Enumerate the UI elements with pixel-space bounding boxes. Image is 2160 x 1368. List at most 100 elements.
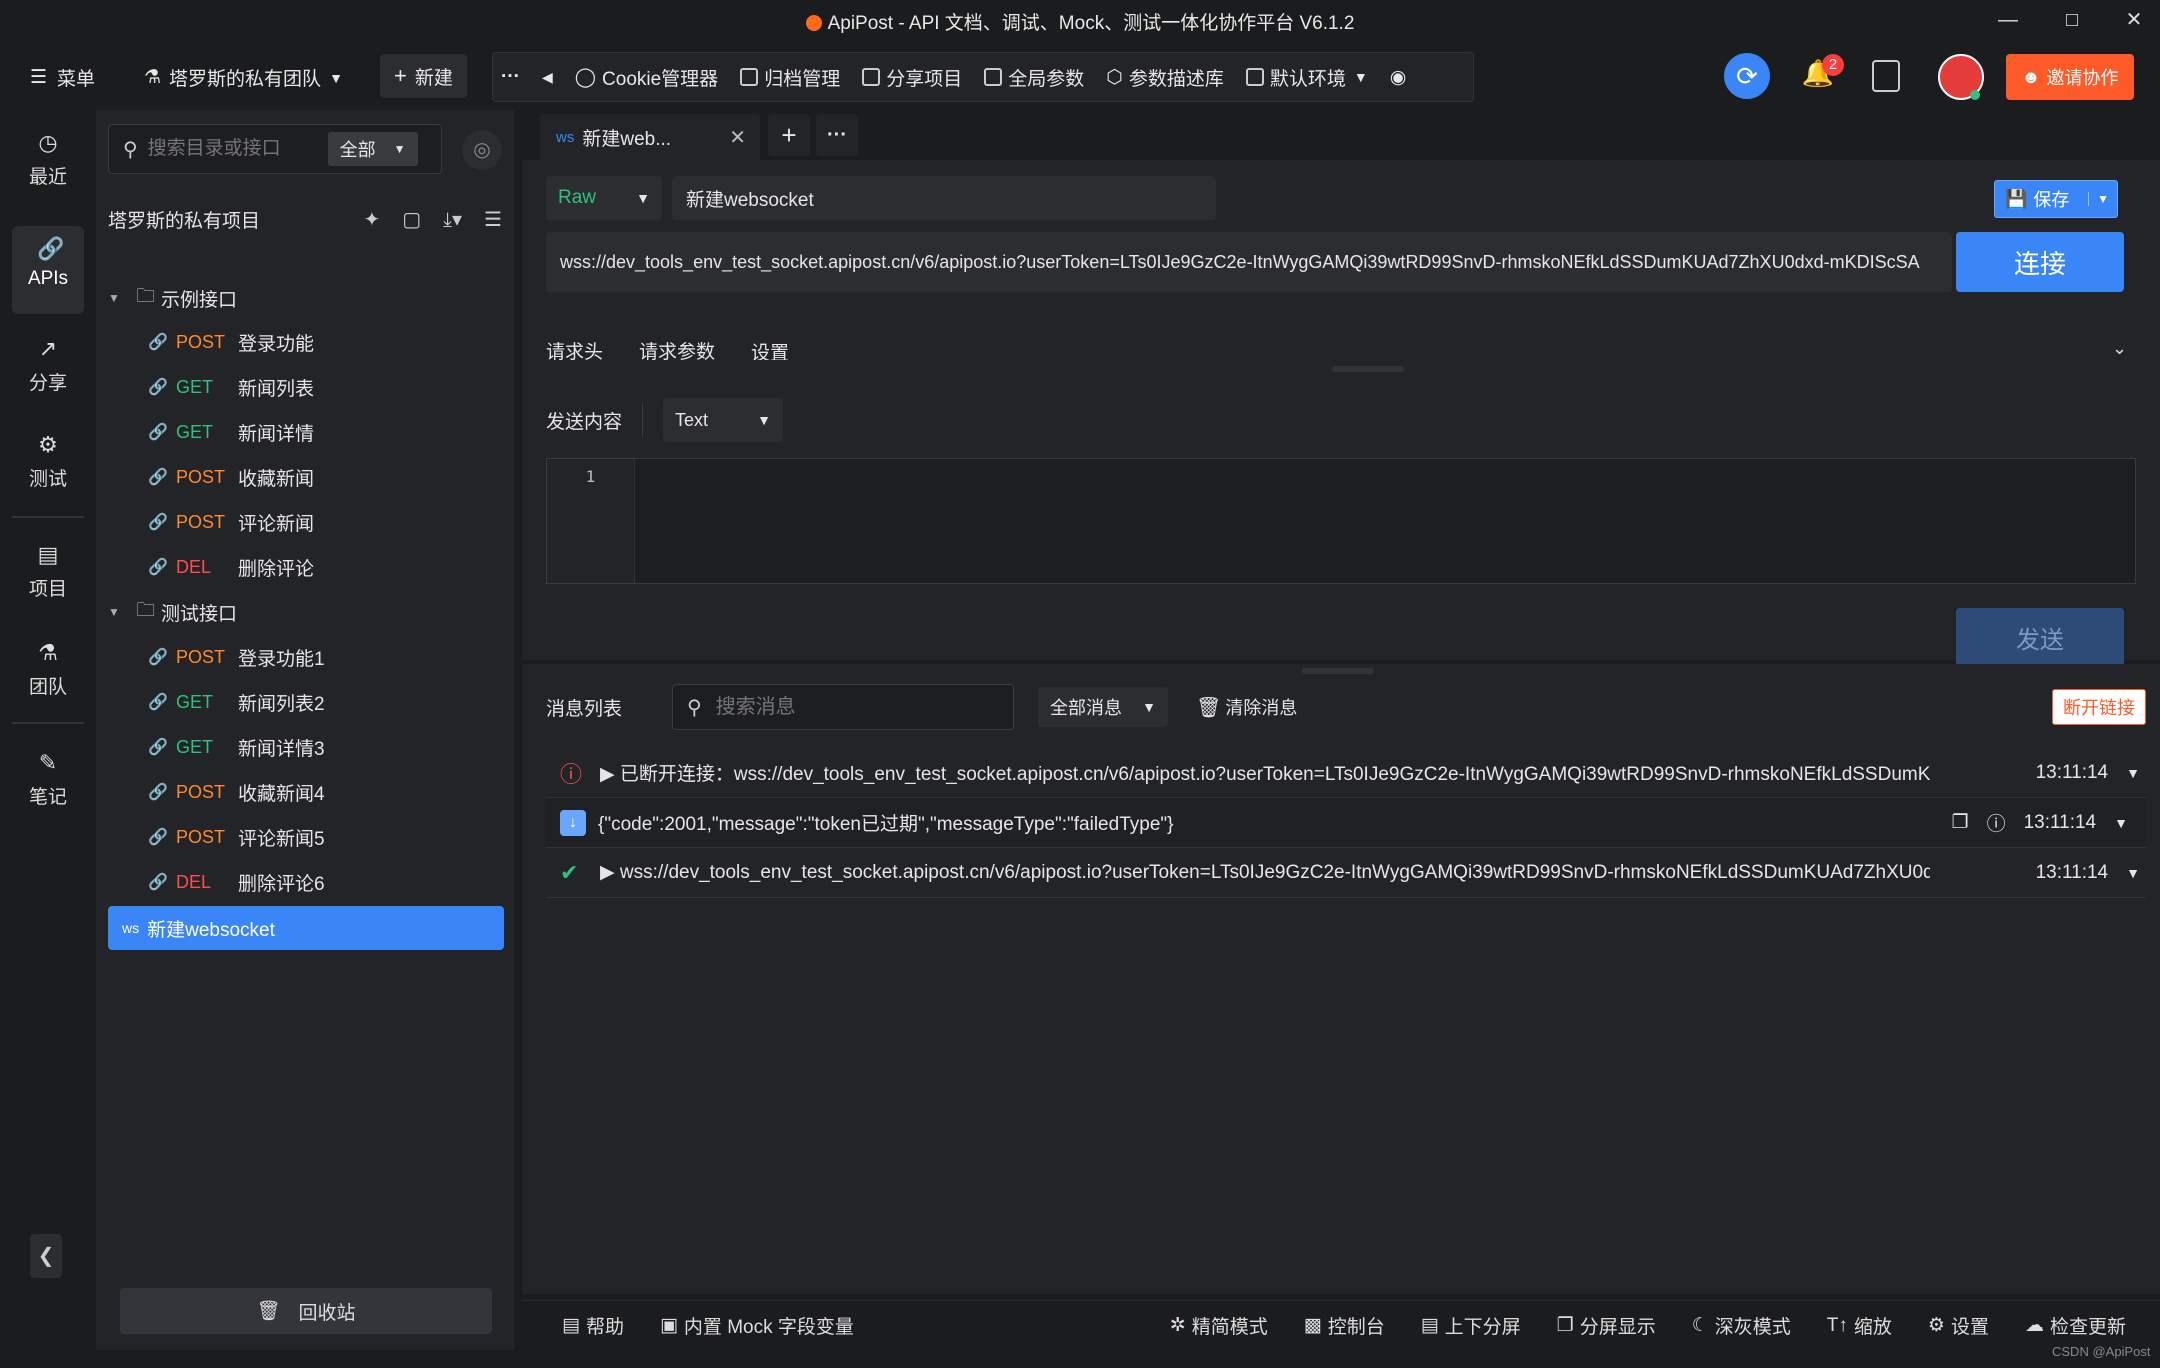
websocket-item-selected[interactable]: ws 新建websocket (108, 906, 504, 950)
param-library-button[interactable]: ⬡ 参数描述库 (1106, 64, 1224, 91)
rail-item-apis[interactable]: 🔗 APIs (12, 226, 84, 314)
api-row[interactable]: 🔗 GET 新闻详情 (108, 410, 502, 454)
split-display-button[interactable]: ❐ 分屏显示 (1557, 1312, 1656, 1339)
menu-button[interactable]: ☰ 菜单 (30, 64, 95, 91)
send-content-editor[interactable]: 1 (546, 458, 2136, 584)
clock-icon: ◷ (38, 130, 58, 155)
api-row[interactable]: 🔗 POST 登录功能1 (108, 635, 502, 679)
rail-item-project[interactable]: ▤ 项目 (12, 532, 84, 620)
collapse-panel-icon[interactable]: ⌄ (2112, 338, 2127, 359)
save-button[interactable]: 💾 保存 ▼ (1994, 180, 2118, 218)
message-filter-select[interactable]: 全部消息 ▼ (1038, 687, 1169, 727)
tree-search-input[interactable] (147, 138, 318, 160)
locate-button[interactable]: ◎ (462, 130, 502, 170)
mode-select[interactable]: Raw ▼ (546, 176, 662, 220)
api-row[interactable]: 🔗 POST 收藏新闻4 (108, 770, 502, 814)
connect-button[interactable]: 连接 (1956, 232, 2124, 292)
main-panel: ws 新建web... ✕ + ··· Raw ▼ 新建websocket 💾 … (522, 110, 2160, 1350)
check-update-button[interactable]: ☁ 检查更新 (2025, 1312, 2126, 1339)
api-row[interactable]: 🔗 DEL 删除评论6 (108, 860, 502, 904)
content-type-select[interactable]: Text ▼ (663, 398, 784, 442)
link-icon: 🔗 (148, 649, 168, 666)
mock-vars-button[interactable]: ▣ 内置 Mock 字段变量 (660, 1312, 854, 1339)
notes-icon[interactable] (1872, 60, 1900, 92)
collapse-sidebar-button[interactable]: ❮ (30, 1234, 62, 1278)
message-row[interactable]: ⓘ ▶ 已断开连接：wss://dev_tools_env_test_socke… (546, 748, 2146, 798)
resize-handle[interactable] (1302, 668, 1374, 674)
new-folder-icon[interactable]: ▢ (402, 207, 421, 232)
link-icon: 🔗 (148, 739, 168, 756)
archive-icon (740, 68, 759, 86)
api-row[interactable]: 🔗 GET 新闻详情3 (108, 725, 502, 769)
invite-button[interactable]: ☻ 邀请协作 (2006, 54, 2134, 100)
sync-button[interactable]: ⟳ (1724, 53, 1770, 99)
rail-item-notes[interactable]: ✎ 笔记 (12, 740, 84, 828)
team-selector[interactable]: ⚗ 塔罗斯的私有团队 ▼ (144, 64, 343, 91)
online-status-dot (1970, 90, 1980, 100)
chevron-down-icon[interactable]: ▼ (2114, 815, 2128, 831)
clear-messages-button[interactable]: 🗑 清除消息 (1196, 694, 1297, 720)
scope-select[interactable]: 全部 ▼ (327, 132, 418, 166)
rail-divider (12, 722, 84, 724)
api-row[interactable]: 🔗 GET 新闻列表2 (108, 680, 502, 724)
api-row[interactable]: 🔗 GET 新闻列表 (108, 365, 502, 409)
console-button[interactable]: ▩ 控制台 (1304, 1312, 1385, 1339)
message-search-input[interactable] (715, 695, 976, 719)
eye-icon[interactable]: ◉ (1390, 66, 1407, 89)
new-api-icon[interactable]: ✦ (364, 207, 381, 232)
resize-handle[interactable] (1332, 366, 1404, 372)
folder-row[interactable]: ▼ 🗀 测试接口 (108, 590, 502, 634)
dark-mode-button[interactable]: ☾ 深灰模式 (1692, 1312, 1791, 1339)
tab-more-button[interactable]: ··· (816, 114, 858, 156)
settings-button[interactable]: ⚙ 设置 (1928, 1312, 1989, 1339)
sort-icon[interactable]: ☰ (484, 207, 502, 232)
folder-icon: 🗀 (136, 286, 156, 307)
close-tab-icon[interactable]: ✕ (729, 125, 746, 150)
recycle-bin-button[interactable]: 🗑 回收站 (120, 1288, 492, 1334)
copy-icon[interactable]: ❐ (1952, 811, 1969, 834)
close-icon[interactable]: ✕ (2120, 6, 2148, 34)
search-icon: ⚲ (123, 138, 138, 161)
message-row[interactable]: ✔ ▶ wss://dev_tools_env_test_socket.apip… (546, 848, 2146, 898)
collapse-left-icon[interactable]: ◀ (542, 69, 553, 86)
more-button[interactable]: ··· (501, 66, 520, 88)
api-row[interactable]: 🔗 POST 登录功能 (108, 320, 502, 364)
gear-icon: ⚙ (1927, 1315, 1945, 1336)
chevron-left-icon: ❮ (37, 1245, 55, 1267)
maximize-icon[interactable]: □ (2058, 6, 2086, 34)
help-button[interactable]: ▤ 帮助 (562, 1312, 624, 1339)
environment-selector[interactable]: 默认环境 ▼ (1245, 64, 1368, 91)
chevron-down-icon[interactable]: ▼ (2126, 765, 2140, 781)
share-project-button[interactable]: 分享项目 (862, 64, 962, 91)
apipost-logo-icon (805, 15, 822, 31)
cookie-manager-button[interactable]: ◯ Cookie管理器 (575, 64, 718, 91)
global-params-button[interactable]: 全局参数 (984, 64, 1084, 91)
folder-row[interactable]: ▼ 🗀 示例接口 (108, 276, 502, 320)
info-icon[interactable]: ⓘ (1987, 809, 2006, 836)
disconnect-button[interactable]: 断开链接 (2052, 689, 2146, 725)
rail-item-recent[interactable]: ◷ 最近 (12, 120, 84, 208)
zoom-button[interactable]: T↑ 缩放 (1827, 1312, 1892, 1339)
api-row[interactable]: 🔗 POST 评论新闻5 (108, 815, 502, 859)
api-row[interactable]: 🔗 POST 收藏新闻 (108, 455, 502, 499)
rail-item-share[interactable]: ↗ 分享 (12, 326, 84, 414)
split-vertical-button[interactable]: ▤ 上下分屏 (1421, 1312, 1521, 1339)
tab-websocket[interactable]: ws 新建web... ✕ (540, 114, 760, 160)
chevron-down-icon[interactable]: ▼ (2126, 865, 2140, 881)
request-name-field[interactable]: 新建websocket (672, 176, 1216, 220)
rail-item-test[interactable]: ⚙ 测试 (12, 422, 84, 510)
send-button[interactable]: 发送 (1956, 608, 2124, 666)
api-row[interactable]: 🔗 POST 评论新闻 (108, 500, 502, 544)
compact-mode-button[interactable]: ✲ 精简模式 (1170, 1312, 1268, 1339)
api-row[interactable]: 🔗 DEL 删除评论 (108, 545, 502, 589)
new-button[interactable]: + 新建 (380, 54, 467, 98)
minimize-icon[interactable]: — (1994, 6, 2022, 34)
rail-item-team[interactable]: ⚗ 团队 (12, 630, 84, 718)
message-row[interactable]: ↓ {"code":2001,"message":"token已过期","mes… (546, 798, 2146, 848)
import-icon[interactable]: ⤓▾ (443, 207, 462, 232)
messages-toolbar: 消息列表 ⚲ 全部消息 ▼ 🗑 清除消息 断开链接 (546, 684, 2146, 730)
new-tab-button[interactable]: + (768, 114, 810, 156)
archive-button[interactable]: 归档管理 (740, 64, 840, 91)
team-icon: ⚗ (38, 640, 58, 665)
url-input[interactable]: wss://dev_tools_env_test_socket.apipost.… (546, 232, 1952, 292)
